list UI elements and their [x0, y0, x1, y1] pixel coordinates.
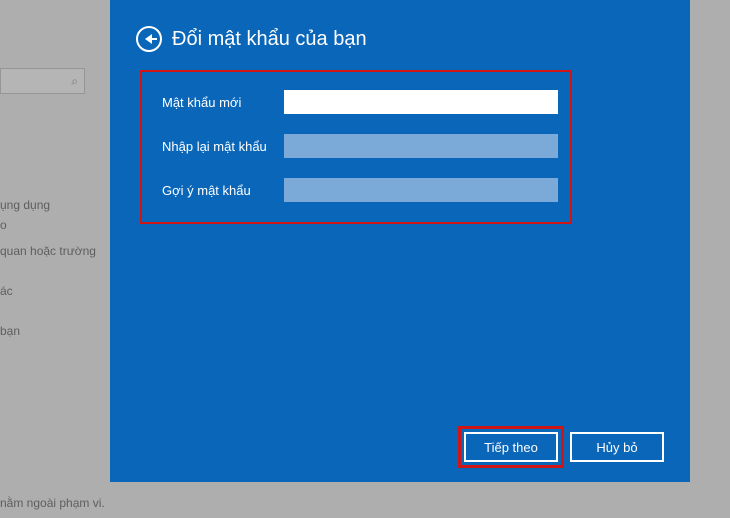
password-hint-label: Gợi ý mật khẩu — [162, 183, 284, 198]
arrow-left-icon — [145, 34, 152, 44]
cancel-button[interactable]: Hủy bỏ — [570, 432, 664, 462]
cancel-button-label: Hủy bỏ — [596, 440, 637, 455]
password-form: Mật khẩu mới Nhập lại mật khẩu Gợi ý mật… — [140, 70, 572, 224]
change-password-panel: Đổi mật khẩu của bạn Mật khẩu mới Nhập l… — [110, 0, 690, 482]
back-button[interactable] — [136, 26, 162, 52]
next-button-label: Tiếp theo — [484, 440, 538, 455]
new-password-input[interactable] — [284, 90, 558, 114]
confirm-password-input[interactable] — [284, 134, 558, 158]
next-button[interactable]: Tiếp theo — [464, 432, 558, 462]
new-password-label: Mật khẩu mới — [162, 95, 284, 110]
confirm-password-label: Nhập lại mật khẩu — [162, 139, 284, 154]
panel-title: Đổi mật khẩu của bạn — [172, 28, 367, 51]
password-hint-input[interactable] — [284, 178, 558, 202]
